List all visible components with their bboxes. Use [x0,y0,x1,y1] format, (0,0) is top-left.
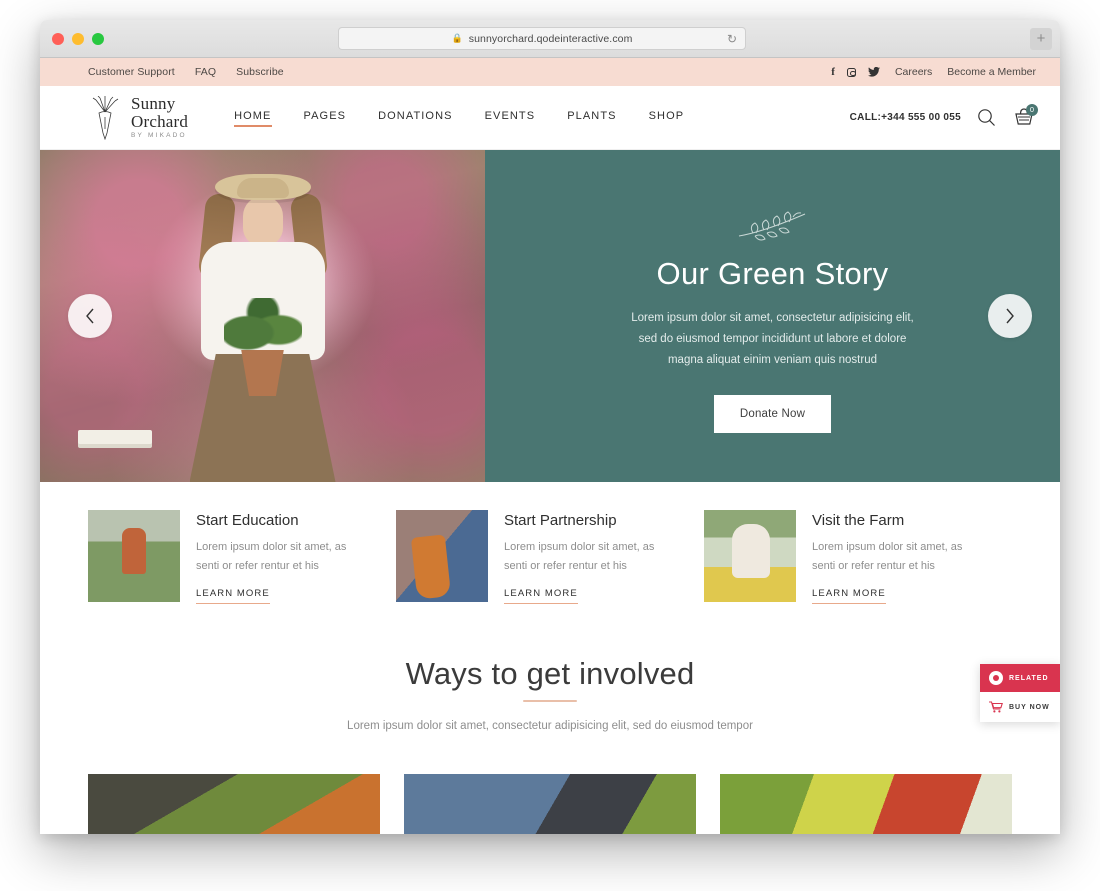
branch-icon [738,211,805,241]
buy-now-label: BUY NOW [1009,703,1050,711]
feature-description: Lorem ipsum dolor sit amet, as senti or … [196,541,347,572]
address-bar[interactable]: 🔒 sunnyorchard.qodeinteractive.com ↻ [338,27,746,50]
link-careers[interactable]: Careers [895,66,932,78]
feature-title: Visit the Farm [812,512,905,529]
figure-face [242,196,283,246]
reload-icon[interactable]: ↻ [727,32,737,47]
top-utility-right: f Careers Become a Member [831,66,1036,78]
minimize-window-button[interactable] [72,33,84,45]
logo-text: Sunny Orchard BY MIKADO [131,95,188,140]
buy-now-button[interactable]: BUY NOW [980,692,1060,722]
top-utility-bar: Customer Support FAQ Subscribe f Careers… [40,58,1060,86]
side-widget: RELATED BUY NOW [980,664,1060,722]
facebook-icon[interactable]: f [831,66,835,78]
hero-description: Lorem ipsum dolor sit amet, consectetur … [631,312,914,366]
hero-figure [174,174,352,482]
feature-image-visit-the-farm [704,510,796,602]
feature-card: Start Education Lorem ipsum dolor sit am… [88,510,396,604]
figure-plant [223,298,302,356]
related-label: RELATED [1009,674,1049,682]
gallery-image-harvested-carrots[interactable] [88,774,380,834]
gallery-image-tomatoes-vegetables[interactable] [720,774,1012,834]
slider-prev-button[interactable] [68,294,112,338]
twitter-icon[interactable] [867,67,880,77]
learn-more-link-visit-the-farm[interactable]: LEARN MORE [812,588,886,604]
feature-card: Visit the Farm Lorem ipsum dolor sit ame… [704,510,1012,604]
feature-cards: Start Education Lorem ipsum dolor sit am… [40,482,1060,604]
record-icon [989,671,1003,685]
feature-title: Start Education [196,512,299,529]
new-tab-button[interactable]: + [1030,28,1052,50]
book-prop [78,430,152,444]
feature-title: Start Partnership [504,512,617,529]
feature-body: Start Partnership Lorem ipsum dolor sit … [504,510,679,604]
main-navigation: HOME PAGES DONATIONS EVENTS PLANTS SHOP [234,110,685,127]
feature-description: Lorem ipsum dolor sit amet, as senti or … [812,541,963,572]
instagram-icon[interactable] [846,67,856,77]
hero-panel: Our Green Story Lorem ipsum dolor sit am… [485,150,1060,482]
nav-item-events[interactable]: EVENTS [485,110,536,126]
social-links: f [831,66,880,78]
feature-image-start-education [88,510,180,602]
window-controls[interactable] [52,33,104,45]
cart-button[interactable]: 0 [1012,103,1038,129]
feature-body: Start Education Lorem ipsum dolor sit am… [196,510,371,604]
site-header: Sunny Orchard BY MIKADO HOME PAGES DONAT… [40,86,1060,150]
address-bar-url: sunnyorchard.qodeinteractive.com [468,32,633,45]
feature-card: Start Partnership Lorem ipsum dolor sit … [396,510,704,604]
logo-tagline: BY MIKADO [131,132,187,140]
slider-next-button[interactable] [988,294,1032,338]
learn-more-link-start-education[interactable]: LEARN MORE [196,588,270,604]
gallery-row [40,732,1060,834]
link-become-a-member[interactable]: Become a Member [947,66,1036,78]
cart-count-badge: 0 [1026,103,1038,116]
ways-section-title: Ways to get involved [406,656,695,702]
nav-item-home[interactable]: HOME [234,110,272,127]
chevron-left-icon [86,308,94,324]
link-subscribe[interactable]: Subscribe [236,66,284,78]
logo-line-1: Sunny [131,94,176,114]
nav-item-pages[interactable]: PAGES [304,110,347,126]
ways-section-subtitle: Lorem ipsum dolor sit amet, consectetur … [347,720,753,732]
hero-title: Our Green Story [656,256,889,291]
browser-titlebar: 🔒 sunnyorchard.qodeinteractive.com ↻ + [40,20,1060,58]
gallery-image-farmers-with-carrots[interactable] [404,774,696,834]
page-content: Customer Support FAQ Subscribe f Careers… [40,58,1060,834]
maximize-window-button[interactable] [92,33,104,45]
search-icon[interactable] [977,108,996,127]
top-utility-links: Customer Support FAQ Subscribe [88,66,284,78]
nav-item-shop[interactable]: SHOP [649,110,685,126]
close-window-button[interactable] [52,33,64,45]
feature-description: Lorem ipsum dolor sit amet, as senti or … [504,541,655,572]
cart-icon [989,701,1003,713]
site-logo[interactable]: Sunny Orchard BY MIKADO [88,95,188,140]
related-tab-button[interactable]: RELATED [980,664,1060,692]
chevron-right-icon [1006,308,1014,324]
browser-window: 🔒 sunnyorchard.qodeinteractive.com ↻ + C… [40,20,1060,834]
nav-item-plants[interactable]: PLANTS [567,110,616,126]
feature-image-start-partnership [396,510,488,602]
logo-line-2: Orchard [131,112,189,132]
donate-now-button[interactable]: Donate Now [713,395,832,433]
link-faq[interactable]: FAQ [195,66,216,78]
lock-icon: 🔒 [451,33,463,43]
feature-body: Visit the Farm Lorem ipsum dolor sit ame… [812,510,987,604]
learn-more-link-start-partnership[interactable]: LEARN MORE [504,588,578,604]
carrot-icon [92,95,119,140]
hero-slider: Our Green Story Lorem ipsum dolor sit am… [40,150,1060,482]
nav-item-donations[interactable]: DONATIONS [378,110,452,126]
link-customer-support[interactable]: Customer Support [88,66,175,78]
figure-hat [214,174,311,200]
phone-number: CALL:+344 555 00 055 [849,112,961,123]
header-actions: CALL:+344 555 00 055 0 [849,103,1038,129]
ways-section: Ways to get involved Lorem ipsum dolor s… [40,604,1060,732]
